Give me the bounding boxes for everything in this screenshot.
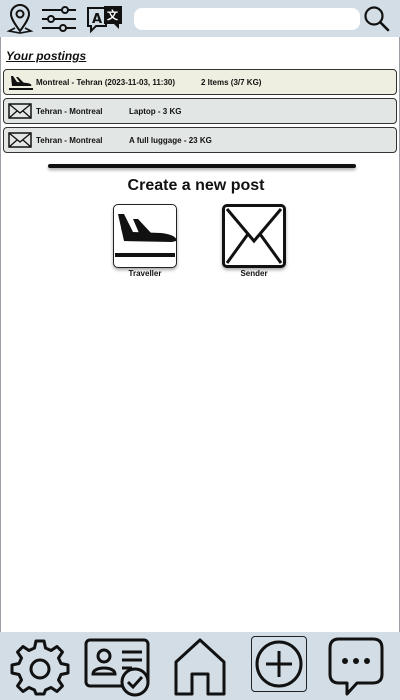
plus-circle-icon [255,640,303,688]
posting-route: Tehran - Montreal [36,107,103,116]
airplane-landing-icon [9,76,33,90]
posting-details: A full luggage - 23 KG [129,136,212,145]
envelope-icon [8,103,32,119]
new-post-button[interactable] [251,636,307,692]
home-icon[interactable] [172,636,228,696]
envelope-icon [8,132,32,148]
svg-text:文: 文 [107,8,119,22]
posting-details: 2 Items (3/7 KG) [201,78,262,87]
posting-details: Laptop - 3 KG [129,107,182,116]
traveller-label: Traveller [128,269,162,278]
sender-button[interactable] [222,204,286,268]
translate-icon[interactable]: A 文 [86,4,124,34]
id-card-check-icon[interactable] [84,636,152,698]
search-input[interactable] [134,8,360,30]
posting-row[interactable]: Tehran - Montreal A full luggage - 23 KG [3,127,397,153]
envelope-icon [225,208,283,264]
gear-icon[interactable] [10,636,70,696]
traveller-button[interactable] [113,204,177,268]
posting-route: Tehran - Montreal [36,136,103,145]
create-post-title: Create a new post [127,177,265,194]
sliders-icon[interactable] [41,5,77,33]
airplane-landing-icon [115,214,177,257]
top-bar: A 文 [0,0,400,37]
posting-row[interactable]: Montreal - Tehran (2023-11-03, 11:30) 2 … [3,69,397,95]
location-pin-icon[interactable] [6,4,34,34]
section-divider [48,164,356,168]
sender-label: Sender [240,269,268,278]
chat-bubble-icon[interactable] [327,636,385,698]
svg-text:A: A [92,12,102,27]
search-icon[interactable] [363,5,391,33]
bottom-navigation [0,632,400,700]
posting-route: Montreal - Tehran (2023-11-03, 11:30) [36,78,176,87]
posting-row[interactable]: Tehran - Montreal Laptop - 3 KG [3,98,397,124]
postings-title: Your postings [6,49,87,63]
